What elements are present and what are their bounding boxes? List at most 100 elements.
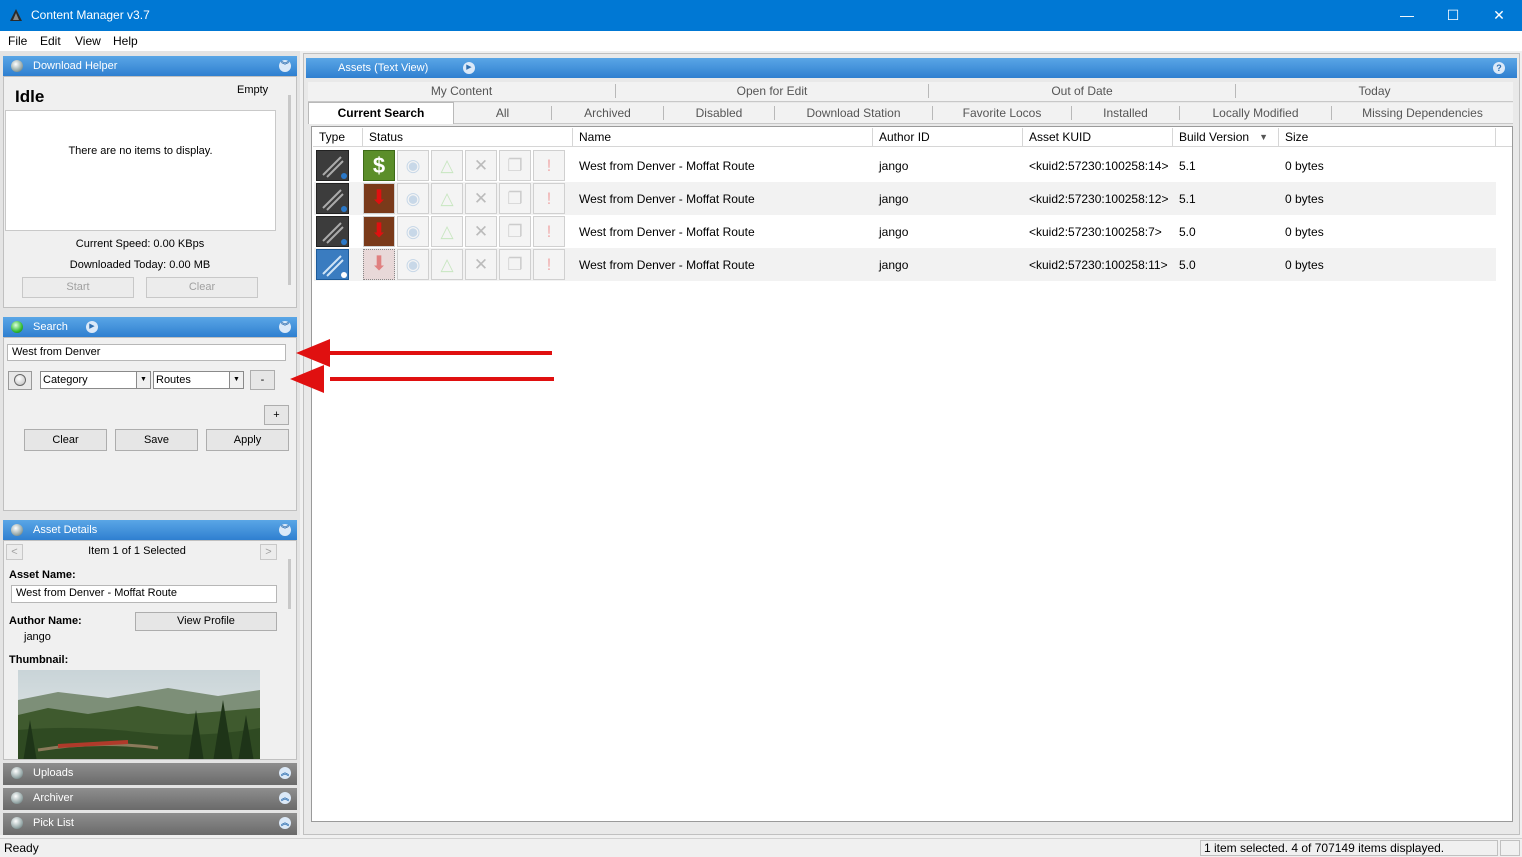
tab-open-for-edit[interactable]: Open for Edit (616, 84, 929, 98)
window-title: Content Manager v3.7 (31, 8, 150, 22)
current-speed: Current Speed: 0.00 KBps (75, 238, 205, 250)
kuid-cell: <kuid2:57230:100258:12> (1029, 192, 1169, 206)
tab-my-content[interactable]: My Content (308, 84, 616, 98)
table-row[interactable]: $ ◉ △ ✕ ❐ ! West from Denver - Moffat Ro… (314, 149, 1496, 182)
play-icon[interactable]: ▶ (463, 62, 475, 74)
status-bar: Ready 1 item selected. 4 of 707149 items… (0, 838, 1522, 857)
collapse-chevron-icon[interactable]: ︾ (279, 524, 291, 536)
annotation-arrow-shaft (330, 351, 552, 355)
maximize-button[interactable]: ☐ (1430, 0, 1476, 31)
column-type[interactable]: Type (313, 128, 363, 147)
asset-details-body: < Item 1 of 1 Selected > Asset Name: Wes… (3, 540, 297, 760)
expand-chevron-icon[interactable]: ︽ (279, 817, 291, 829)
archiver-panel-header[interactable]: Archiver ︽ (3, 788, 297, 810)
filter-toggle-button[interactable] (8, 371, 32, 390)
route-type-icon (316, 183, 349, 214)
downloaded-today: Downloaded Today: 0.00 MB (69, 259, 211, 271)
empty-list-message: There are no items to display. (68, 145, 213, 157)
menu-view[interactable]: View (75, 34, 101, 48)
column-build-version[interactable]: Build Version ▼ (1173, 128, 1279, 147)
tab-archived[interactable]: Archived (552, 106, 664, 120)
expand-chevron-icon[interactable]: ︽ (279, 792, 291, 804)
download-box-icon: ⬇ (363, 183, 395, 214)
tab-locally-modified[interactable]: Locally Modified (1180, 106, 1332, 120)
download-helper-header[interactable]: Download Helper ︾ (3, 56, 297, 76)
size-cell: 0 bytes (1285, 225, 1324, 239)
download-helper-body: Idle Empty There are no items to display… (3, 76, 297, 308)
collapse-chevron-icon[interactable]: ︾ (279, 321, 291, 333)
next-item-button[interactable]: > (260, 544, 277, 560)
close-button[interactable]: ✕ (1476, 0, 1522, 31)
column-build-version-label: Build Version (1179, 130, 1250, 144)
table-row[interactable]: ⬇ ◉ △ ✕ ❐ ! West from Denver - Moffat Ro… (314, 182, 1496, 215)
download-list[interactable]: There are no items to display. (5, 110, 276, 231)
assets-header: Assets (Text View) ▶ ? (306, 58, 1517, 78)
column-status[interactable]: Status (363, 128, 573, 147)
warning-exclamation-icon: ! (533, 150, 565, 181)
filter-radio-icon (14, 374, 26, 386)
tab-installed[interactable]: Installed (1072, 106, 1180, 120)
tab-all[interactable]: All (454, 106, 552, 120)
disc-icon: ◉ (397, 249, 429, 280)
search-title: Search (33, 321, 68, 333)
size-cell: 0 bytes (1285, 159, 1324, 173)
add-filter-button[interactable]: + (264, 405, 289, 425)
table-row[interactable]: ⬇ ◉ △ ✕ ❐ ! West from Denver - Moffat Ro… (314, 215, 1496, 248)
help-icon[interactable]: ? (1493, 62, 1505, 74)
tab-out-of-date[interactable]: Out of Date (929, 84, 1236, 98)
tab-disabled[interactable]: Disabled (664, 106, 775, 120)
scrollbar[interactable] (288, 95, 291, 285)
expand-chevron-icon[interactable]: ︽ (279, 767, 291, 779)
filter-value-select[interactable]: Routes ▼ (153, 371, 244, 389)
remove-filter-button[interactable]: - (250, 370, 275, 390)
start-button[interactable]: Start (22, 277, 134, 298)
panel-status-icon (11, 767, 23, 779)
scrollbar[interactable] (288, 559, 291, 609)
tab-today[interactable]: Today (1236, 84, 1513, 98)
copy-icon: ❐ (499, 183, 531, 214)
author-id-cell: jango (879, 258, 909, 272)
filter-field-select[interactable]: Category ▼ (40, 371, 151, 389)
prev-item-button[interactable]: < (6, 544, 23, 560)
resize-grip-icon[interactable] (1500, 840, 1520, 856)
menu-file[interactable]: File (8, 34, 27, 48)
menu-edit[interactable]: Edit (40, 34, 61, 48)
disc-icon: ◉ (397, 216, 429, 247)
minimize-button[interactable]: — (1384, 0, 1430, 31)
tab-missing-dependencies[interactable]: Missing Dependencies (1332, 106, 1513, 120)
search-header[interactable]: Search ▶ ︾ (3, 317, 297, 337)
view-profile-button[interactable]: View Profile (135, 612, 277, 631)
panel-status-icon (11, 817, 23, 829)
collapse-chevron-icon[interactable]: ︾ (279, 60, 291, 72)
apply-search-button[interactable]: Apply (206, 429, 289, 451)
menu-help[interactable]: Help (113, 34, 138, 48)
column-name[interactable]: Name (573, 128, 873, 147)
tab-download-station[interactable]: Download Station (775, 106, 933, 120)
clear-downloads-button[interactable]: Clear (146, 277, 258, 298)
triangle-icon: △ (431, 183, 463, 214)
warning-exclamation-icon: ! (533, 249, 565, 280)
play-icon[interactable]: ▶ (86, 321, 98, 333)
disc-icon: ◉ (397, 150, 429, 181)
column-asset-kuid[interactable]: Asset KUID (1023, 128, 1173, 147)
table-row[interactable]: ⬇ ◉ △ ✕ ❐ ! West from Denver - Moffat Ro… (314, 248, 1496, 281)
column-size[interactable]: Size (1279, 128, 1496, 147)
column-author-id[interactable]: Author ID (873, 128, 1023, 147)
tab-current-search[interactable]: Current Search (308, 102, 454, 124)
copy-icon: ❐ (499, 216, 531, 247)
uploads-panel-header[interactable]: Uploads ︽ (3, 763, 297, 785)
kuid-cell: <kuid2:57230:100258:14> (1029, 159, 1169, 173)
app-icon (10, 9, 22, 21)
search-input[interactable]: West from Denver (7, 344, 286, 361)
save-search-button[interactable]: Save (115, 429, 198, 451)
copy-icon: ❐ (499, 249, 531, 280)
asset-details-header[interactable]: Asset Details ︾ (3, 520, 297, 540)
tab-favorite-locos[interactable]: Favorite Locos (933, 106, 1072, 120)
asset-details-title: Asset Details (33, 524, 98, 536)
clear-search-button[interactable]: Clear (24, 429, 107, 451)
asset-name-cell: West from Denver - Moffat Route (579, 192, 755, 206)
archiver-title: Archiver (33, 792, 74, 804)
asset-thumbnail-image (18, 670, 260, 759)
asset-name-field[interactable]: West from Denver - Moffat Route (11, 585, 277, 603)
pick-list-panel-header[interactable]: Pick List ︽ (3, 813, 297, 835)
